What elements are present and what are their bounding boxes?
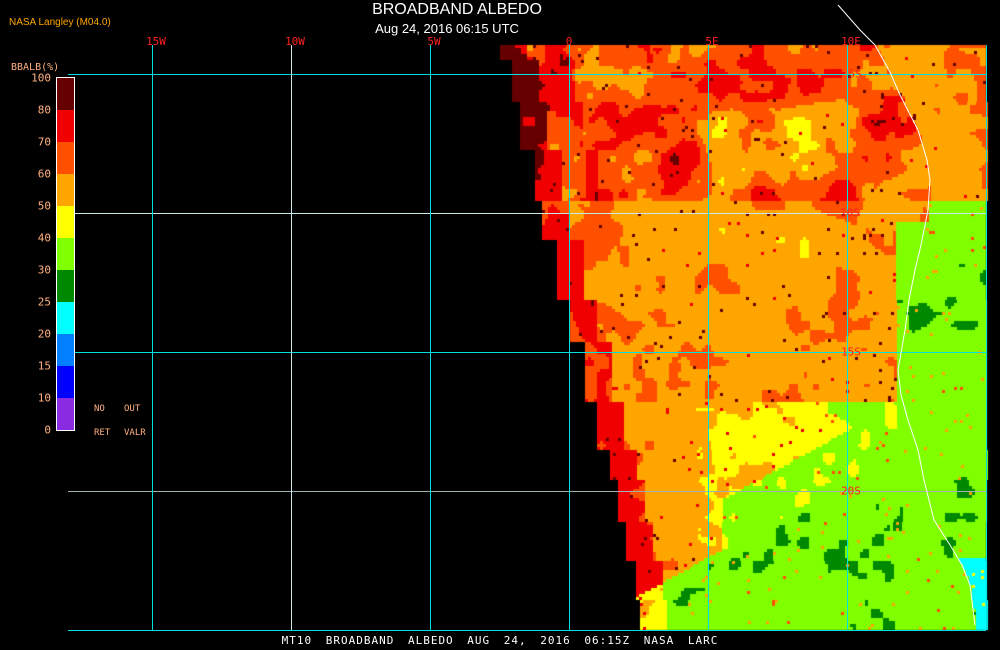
albedo-map-view: BROADBAND ALBEDO Aug 24, 2016 06:15 UTC … <box>0 0 1000 650</box>
colorbar-tick-label: 20 <box>37 327 51 341</box>
colorbar-tick-label: 40 <box>37 231 51 245</box>
colorbar-segment <box>57 302 74 334</box>
lat-label-15s: 15S <box>841 345 861 359</box>
lat-lon-grid <box>68 45 987 631</box>
colorbar-segment <box>57 334 74 366</box>
map-timestamp: Aug 24, 2016 06:15 UTC <box>375 21 519 36</box>
colorbar-tick-label: 50 <box>37 199 51 213</box>
colorbar-segment <box>57 78 74 110</box>
lon-label-10w: 10W <box>285 35 305 48</box>
colorbar-segment <box>57 174 74 206</box>
colorbar-segment <box>57 238 74 270</box>
colorbar-tick-label: 70 <box>37 135 51 149</box>
colorbar-tick-label: 80 <box>37 103 51 117</box>
colorbar <box>56 77 75 431</box>
valr-label: VALR <box>124 428 146 438</box>
colorbar-tick-label: 60 <box>37 167 51 181</box>
credit-label: NASA Langley (M04.0) <box>9 17 111 28</box>
out-label: OUT <box>124 404 141 414</box>
colorbar-segment <box>57 270 74 302</box>
no-label: NO <box>94 404 105 414</box>
colorbar-tick-label: 10 <box>37 391 51 405</box>
lon-label-10e: 10E <box>841 35 861 48</box>
ret-label: RET <box>94 428 111 438</box>
colorbar-segment <box>57 366 74 398</box>
footer-caption: MT10 BROADBAND ALBEDO AUG 24, 2016 06:15… <box>281 634 719 647</box>
coastline <box>837 4 976 626</box>
colorbar-tick-label: 100 <box>31 71 51 85</box>
colorbar-segment <box>57 110 74 142</box>
lat-label-20s: 20S <box>841 484 861 498</box>
colorbar-tick-label: 30 <box>37 263 51 277</box>
colorbar-segment <box>57 398 74 430</box>
lon-label-5e: 5E <box>705 35 719 48</box>
lon-label-5w: 5W <box>427 35 441 48</box>
lat-label-5s: 5S <box>848 67 862 81</box>
colorbar-segment <box>57 142 74 174</box>
colorbar-tick-label: 25 <box>37 295 51 309</box>
lon-label-0: 0 <box>565 35 573 48</box>
lat-label-10s: 10S <box>840 206 860 220</box>
colorbar-tick-label: 15 <box>37 359 51 373</box>
lon-label-15w: 15W <box>146 35 166 48</box>
colorbar-tick-label: 0 <box>44 423 51 437</box>
colorbar-segment <box>57 206 74 238</box>
map-title: BROADBAND ALBEDO <box>372 1 542 18</box>
map-overlay <box>68 4 987 631</box>
